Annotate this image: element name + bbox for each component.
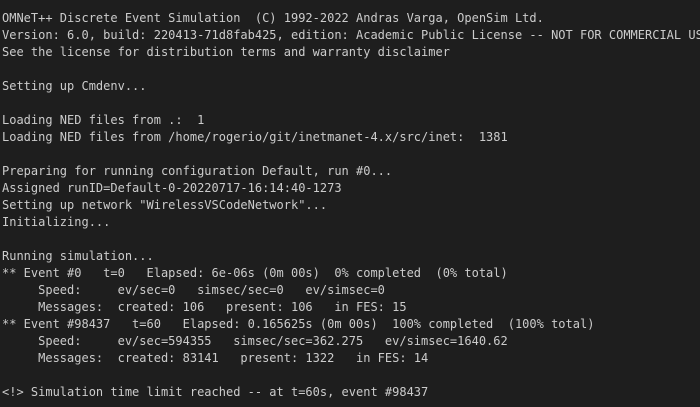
terminal-line: Messages: created: 106 present: 106 in F… — [2, 300, 407, 314]
terminal-line: Assigned runID=Default-0-20220717-16:14:… — [2, 181, 342, 195]
terminal-line: Loading NED files from .: 1 — [2, 113, 205, 127]
terminal-output[interactable]: OMNeT++ Discrete Event Simulation (C) 19… — [0, 0, 700, 407]
terminal-line: See the license for distribution terms a… — [2, 45, 450, 59]
terminal-line: OMNeT++ Discrete Event Simulation (C) 19… — [2, 11, 544, 25]
terminal-line: Setting up network "WirelessVSCodeNetwor… — [2, 198, 328, 212]
terminal-line: ** Event #0 t=0 Elapsed: 6e-06s (0m 00s)… — [2, 266, 508, 280]
terminal-line: Loading NED files from /home/rogerio/git… — [2, 130, 508, 144]
terminal-line: Messages: created: 83141 present: 1322 i… — [2, 351, 429, 365]
terminal-line: Initializing... — [2, 215, 111, 229]
terminal-line: Version: 6.0, build: 220413-71d8fab425, … — [2, 28, 700, 42]
terminal-line: Speed: ev/sec=594355 simsec/sec=362.275 … — [2, 334, 508, 348]
terminal-line: Preparing for running configuration Defa… — [2, 164, 393, 178]
terminal-line: <!> Simulation time limit reached -- at … — [2, 385, 429, 399]
terminal-line: Setting up Cmdenv... — [2, 79, 147, 93]
terminal-line: Speed: ev/sec=0 simsec/sec=0 ev/simsec=0 — [2, 283, 385, 297]
terminal-line: ** Event #98437 t=60 Elapsed: 0.165625s … — [2, 317, 595, 331]
terminal-line: Running simulation... — [2, 249, 154, 263]
